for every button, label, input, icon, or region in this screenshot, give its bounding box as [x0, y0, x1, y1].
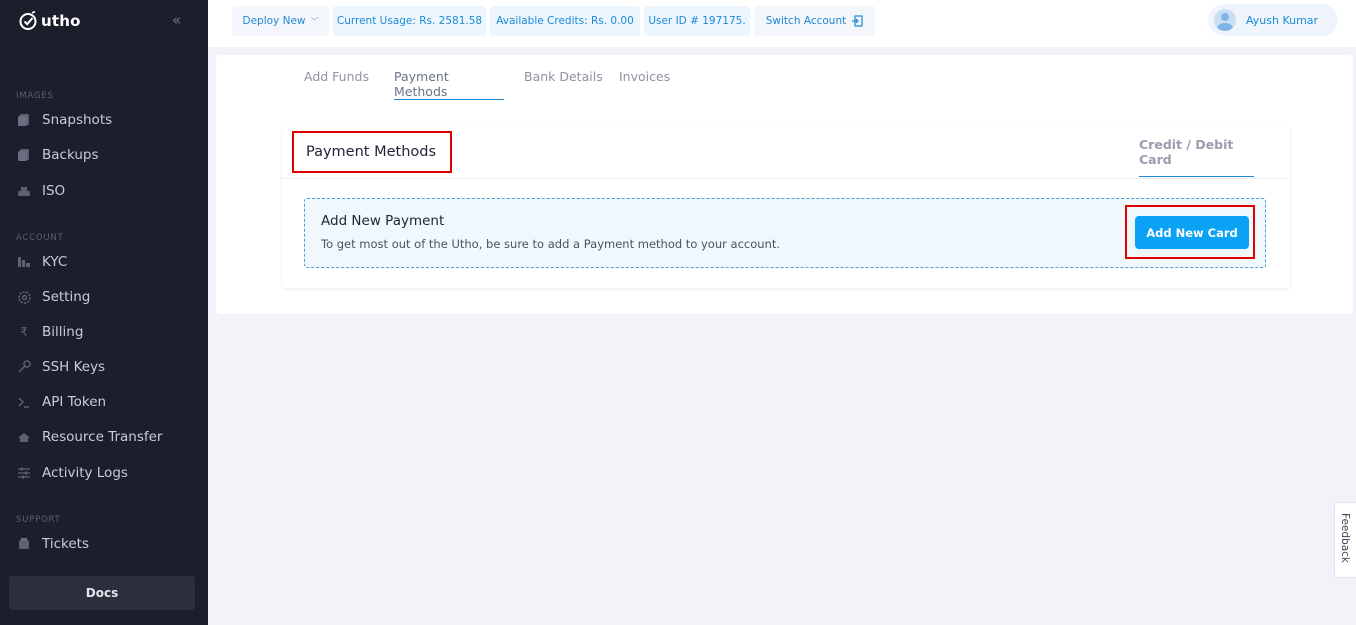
tab-bank-details[interactable]: Bank Details [524, 69, 603, 100]
topbar: Deploy New ﹀ Current Usage: Rs. 2581.58 … [208, 0, 1356, 47]
sidebar-item-tickets[interactable]: Tickets [16, 534, 89, 554]
iso-icon [16, 183, 32, 199]
sidebar-item-api-token[interactable]: API Token [16, 392, 106, 412]
notice-text: To get most out of the Utho, be sure to … [321, 237, 780, 251]
notice-title: Add New Payment [321, 213, 445, 229]
sidebar-item-label: ISO [42, 183, 66, 199]
highlight-box: Add New Card [1125, 205, 1255, 259]
user-menu[interactable]: Ayush Kumar [1208, 4, 1338, 36]
add-payment-notice: Add New Payment To get most out of the U… [304, 198, 1266, 268]
sidebar-item-label: SSH Keys [42, 359, 106, 375]
sidebar-item-iso[interactable]: ISO [16, 181, 65, 201]
deploy-new-label: Deploy New [242, 15, 306, 27]
sidebar-item-label: Setting [42, 289, 91, 305]
feedback-label: Feedback [1339, 513, 1351, 564]
switch-account-label: Switch Account [765, 15, 847, 27]
sidebar-item-label: API Token [42, 394, 107, 410]
sidebar-item-label: Tickets [42, 536, 89, 552]
snapshot-icon [16, 112, 32, 128]
sidebar-item-label: Snapshots [42, 112, 113, 128]
rupee-icon: ₹ [20, 325, 28, 339]
feedback-tab[interactable]: Feedback [1334, 502, 1356, 578]
sliders-icon [16, 465, 32, 481]
sidebar-item-label: KYC [42, 254, 68, 270]
current-usage-chip[interactable]: Current Usage: Rs. 2581.58 [333, 6, 486, 36]
sidebar: utho « IMAGES Snapshots Backups ISO ACCO… [0, 0, 208, 625]
add-new-card-button[interactable]: Add New Card [1135, 216, 1249, 249]
user-name: Ayush Kumar [1246, 13, 1319, 27]
sidebar-item-backups[interactable]: Backups [16, 145, 99, 165]
sidebar-item-activity-logs[interactable]: Activity Logs [16, 463, 128, 483]
sidebar-item-snapshots[interactable]: Snapshots [16, 110, 112, 130]
brand-name: utho [41, 12, 81, 30]
utho-logo-icon [19, 11, 37, 30]
billing-panel: Add Funds Payment Methods Bank Details I… [216, 55, 1353, 314]
section-support: SUPPORT [16, 515, 61, 525]
chevron-down-icon: ﹀ [310, 16, 319, 26]
section-images: IMAGES [16, 91, 54, 101]
sidebar-item-setting[interactable]: Setting [16, 287, 90, 307]
docs-button[interactable]: Docs [9, 576, 195, 610]
sidebar-item-label: Billing [42, 324, 84, 340]
sidebar-item-label: Backups [42, 147, 99, 163]
backup-icon [16, 147, 32, 163]
switch-account-icon [852, 15, 863, 27]
tab-credit-debit-card[interactable]: Credit / Debit Card [1139, 128, 1254, 177]
sidebar-item-kyc[interactable]: KYC [16, 252, 67, 272]
payment-methods-card: Payment Methods Credit / Debit Card Add … [282, 128, 1290, 288]
deploy-new-dropdown[interactable]: Deploy New ﹀ [232, 6, 329, 36]
tab-add-funds[interactable]: Add Funds [304, 69, 369, 100]
card-header: Payment Methods Credit / Debit Card [282, 128, 1290, 179]
brand-logo[interactable]: utho [18, 10, 81, 32]
terminal-icon [16, 394, 32, 410]
user-id-chip[interactable]: User ID # 197175. [644, 6, 750, 36]
sidebar-item-resource-transfer[interactable]: Resource Transfer [16, 427, 163, 447]
ticket-icon [16, 536, 32, 552]
collapse-sidebar-icon[interactable]: « [172, 13, 186, 28]
sidebar-item-label: Resource Transfer [42, 429, 163, 445]
sidebar-item-billing[interactable]: ₹ Billing [16, 322, 83, 342]
sidebar-item-label: Activity Logs [42, 465, 128, 481]
section-account: ACCOUNT [16, 233, 64, 243]
sidebar-item-ssh-keys[interactable]: SSH Keys [16, 357, 105, 377]
tab-payment-methods[interactable]: Payment Methods [394, 69, 504, 100]
gear-icon [16, 289, 32, 305]
card-title: Payment Methods [292, 131, 452, 173]
kyc-icon [16, 254, 32, 270]
tab-invoices[interactable]: Invoices [619, 69, 670, 100]
switch-account-button[interactable]: Switch Account [754, 6, 875, 36]
avatar [1214, 9, 1236, 31]
available-credits-chip[interactable]: Available Credits: Rs. 0.00 [490, 6, 640, 36]
transfer-icon [16, 429, 32, 445]
key-icon [16, 359, 32, 375]
